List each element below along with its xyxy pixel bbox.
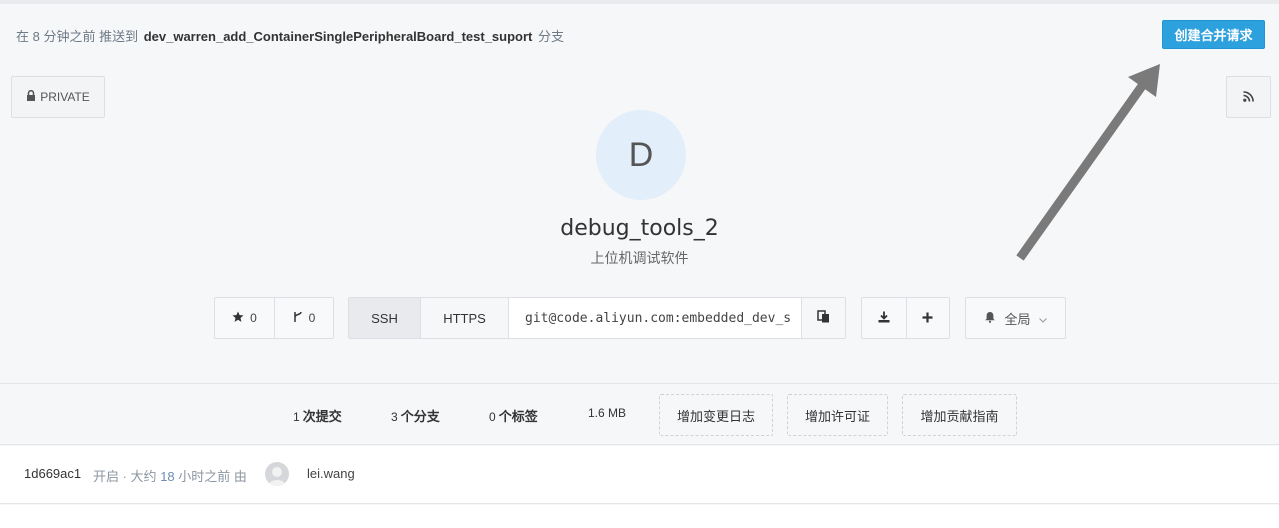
repo-stats-bar: 1 次提交 3 个分支 0 个标签 1.6 MB 增加变更日志 增加许可证 增加贡献指… <box>0 383 1279 445</box>
ssh-tab[interactable]: SSH <box>349 298 421 338</box>
download-button[interactable] <box>862 298 906 338</box>
tags-stat[interactable]: 0 个标签 <box>489 406 538 425</box>
visibility-label: PRIVATE <box>40 90 90 104</box>
branches-stat[interactable]: 3 个分支 <box>391 406 440 425</box>
tags-label: 个标签 <box>498 409 538 424</box>
commit-hash-link[interactable]: 1d669ac1 <box>24 466 81 481</box>
notification-level: 全局 <box>1004 311 1031 327</box>
commits-label: 次提交 <box>302 409 342 424</box>
plus-icon <box>922 311 933 326</box>
star-button[interactable]: 0 <box>215 298 274 338</box>
last-commit-row: 1d669ac1 开启 · 大约 18 小时之前 由 lei.wang <box>0 446 1279 504</box>
star-count: 0 <box>250 311 257 325</box>
commits-stat[interactable]: 1 次提交 <box>293 406 342 425</box>
commits-count: 1 <box>293 410 300 424</box>
star-icon <box>232 311 244 326</box>
https-tab[interactable]: HTTPS <box>421 298 509 338</box>
clone-url-input[interactable]: git@code.aliyun.com:embedded_dev_s <box>509 298 801 338</box>
author-avatar[interactable] <box>265 462 289 486</box>
repo-size: 1.6 MB <box>588 406 627 420</box>
branches-count: 3 <box>391 410 398 424</box>
commit-hours: 18 <box>160 469 175 484</box>
star-fork-group: 0 0 <box>214 297 334 339</box>
push-notice: 在 8 分钟之前 推送到 dev_warren_add_ContainerSin… <box>16 26 564 45</box>
rss-icon <box>1243 90 1254 105</box>
repo-description: 上位机调试软件 <box>590 250 689 266</box>
branches-label: 个分支 <box>400 409 440 424</box>
push-notice-suffix: 分支 <box>538 29 565 44</box>
top-border <box>0 0 1279 4</box>
add-license-button[interactable]: 增加许可证 <box>787 394 888 436</box>
repo-avatar: D <box>596 110 686 200</box>
add-contributing-button[interactable]: 增加贡献指南 <box>902 394 1017 436</box>
author-name-link[interactable]: lei.wang <box>307 466 355 481</box>
commit-meta: 开启 · 大约 18 小时之前 由 <box>93 466 247 485</box>
lock-icon <box>26 89 36 104</box>
repo-name: debug_tools_2 <box>560 216 719 241</box>
download-icon <box>878 311 890 326</box>
fork-count: 0 <box>308 311 316 325</box>
create-merge-request-button[interactable]: 创建合并请求 <box>1162 20 1265 49</box>
push-notice-prefix: 在 8 分钟之前 推送到 <box>16 29 139 44</box>
commit-meta-suffix: 小时之前 由 <box>178 469 247 484</box>
copy-url-button[interactable] <box>801 298 845 338</box>
branch-link[interactable]: dev_warren_add_ContainerSinglePeripheral… <box>144 29 533 44</box>
rss-button[interactable] <box>1226 76 1271 118</box>
bell-icon <box>984 311 996 326</box>
download-add-group <box>861 297 950 339</box>
add-changelog-button[interactable]: 增加变更日志 <box>659 394 773 436</box>
clone-group: SSH HTTPS git@code.aliyun.com:embedded_d… <box>348 297 846 339</box>
visibility-badge: PRIVATE <box>11 76 105 118</box>
fork-icon <box>293 311 303 326</box>
commit-meta-prefix: 开启 · 大约 <box>93 469 157 484</box>
clipboard-icon <box>817 310 830 326</box>
notification-dropdown[interactable]: 全局 <box>965 297 1066 339</box>
chevron-down-icon <box>1038 311 1047 326</box>
add-button[interactable] <box>905 298 950 338</box>
content-area <box>0 505 1279 528</box>
tags-count: 0 <box>489 410 496 424</box>
fork-button[interactable]: 0 <box>274 298 333 338</box>
